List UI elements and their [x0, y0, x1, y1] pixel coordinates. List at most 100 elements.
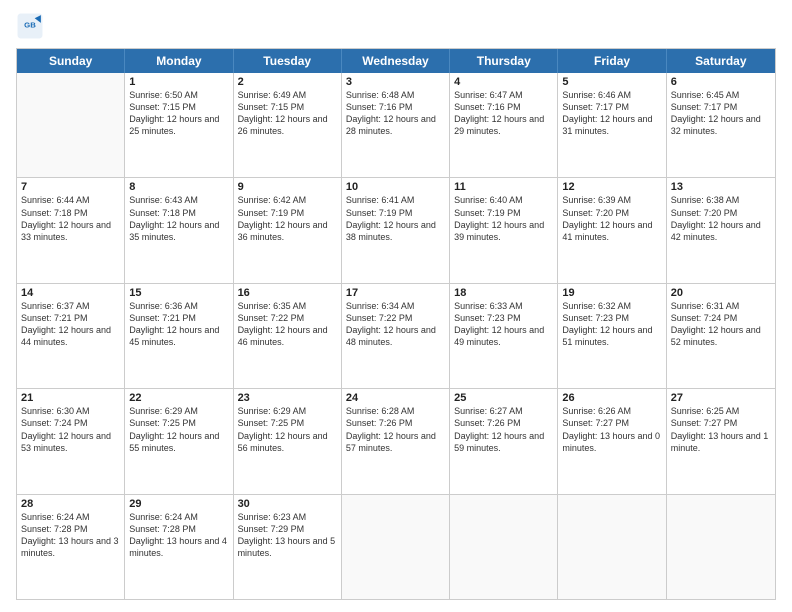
cell-day-number: 10: [346, 181, 445, 193]
calendar-cell: 20Sunrise: 6:31 AM Sunset: 7:24 PM Dayli…: [667, 284, 775, 388]
calendar-cell: 10Sunrise: 6:41 AM Sunset: 7:19 PM Dayli…: [342, 178, 450, 282]
day-name-sunday: Sunday: [17, 49, 125, 73]
cell-info: Sunrise: 6:43 AM Sunset: 7:18 PM Dayligh…: [129, 194, 228, 243]
logo-icon: GB: [16, 12, 44, 40]
calendar-row-5: 28Sunrise: 6:24 AM Sunset: 7:28 PM Dayli…: [17, 495, 775, 599]
day-name-tuesday: Tuesday: [234, 49, 342, 73]
calendar-cell: 9Sunrise: 6:42 AM Sunset: 7:19 PM Daylig…: [234, 178, 342, 282]
calendar-cell: 30Sunrise: 6:23 AM Sunset: 7:29 PM Dayli…: [234, 495, 342, 599]
day-name-wednesday: Wednesday: [342, 49, 450, 73]
cell-info: Sunrise: 6:47 AM Sunset: 7:16 PM Dayligh…: [454, 89, 553, 138]
cell-info: Sunrise: 6:48 AM Sunset: 7:16 PM Dayligh…: [346, 89, 445, 138]
cell-day-number: 29: [129, 498, 228, 510]
cell-day-number: 19: [562, 287, 661, 299]
calendar-cell: 23Sunrise: 6:29 AM Sunset: 7:25 PM Dayli…: [234, 389, 342, 493]
cell-day-number: 24: [346, 392, 445, 404]
cell-info: Sunrise: 6:30 AM Sunset: 7:24 PM Dayligh…: [21, 405, 120, 454]
cell-day-number: 15: [129, 287, 228, 299]
calendar-cell: 13Sunrise: 6:38 AM Sunset: 7:20 PM Dayli…: [667, 178, 775, 282]
cell-day-number: 11: [454, 181, 553, 193]
cell-day-number: 20: [671, 287, 771, 299]
cell-info: Sunrise: 6:38 AM Sunset: 7:20 PM Dayligh…: [671, 194, 771, 243]
calendar-cell: 6Sunrise: 6:45 AM Sunset: 7:17 PM Daylig…: [667, 73, 775, 177]
cell-day-number: 30: [238, 498, 337, 510]
cell-day-number: 4: [454, 76, 553, 88]
svg-text:GB: GB: [24, 21, 36, 30]
calendar-cell: [558, 495, 666, 599]
cell-day-number: 9: [238, 181, 337, 193]
cell-info: Sunrise: 6:46 AM Sunset: 7:17 PM Dayligh…: [562, 89, 661, 138]
cell-day-number: 17: [346, 287, 445, 299]
day-name-monday: Monday: [125, 49, 233, 73]
calendar-cell: 7Sunrise: 6:44 AM Sunset: 7:18 PM Daylig…: [17, 178, 125, 282]
calendar-cell: 15Sunrise: 6:36 AM Sunset: 7:21 PM Dayli…: [125, 284, 233, 388]
calendar-cell: 3Sunrise: 6:48 AM Sunset: 7:16 PM Daylig…: [342, 73, 450, 177]
cell-day-number: 21: [21, 392, 120, 404]
cell-info: Sunrise: 6:25 AM Sunset: 7:27 PM Dayligh…: [671, 405, 771, 454]
cell-day-number: 22: [129, 392, 228, 404]
cell-day-number: 1: [129, 76, 228, 88]
calendar-cell: 21Sunrise: 6:30 AM Sunset: 7:24 PM Dayli…: [17, 389, 125, 493]
day-name-friday: Friday: [558, 49, 666, 73]
cell-day-number: 26: [562, 392, 661, 404]
calendar-cell: 24Sunrise: 6:28 AM Sunset: 7:26 PM Dayli…: [342, 389, 450, 493]
cell-info: Sunrise: 6:24 AM Sunset: 7:28 PM Dayligh…: [129, 511, 228, 560]
calendar-cell: 12Sunrise: 6:39 AM Sunset: 7:20 PM Dayli…: [558, 178, 666, 282]
cell-info: Sunrise: 6:23 AM Sunset: 7:29 PM Dayligh…: [238, 511, 337, 560]
calendar-cell: 1Sunrise: 6:50 AM Sunset: 7:15 PM Daylig…: [125, 73, 233, 177]
calendar-cell: 11Sunrise: 6:40 AM Sunset: 7:19 PM Dayli…: [450, 178, 558, 282]
cell-day-number: 3: [346, 76, 445, 88]
cell-info: Sunrise: 6:34 AM Sunset: 7:22 PM Dayligh…: [346, 300, 445, 349]
cell-info: Sunrise: 6:28 AM Sunset: 7:26 PM Dayligh…: [346, 405, 445, 454]
day-name-thursday: Thursday: [450, 49, 558, 73]
calendar-header: SundayMondayTuesdayWednesdayThursdayFrid…: [17, 49, 775, 73]
calendar-row-2: 7Sunrise: 6:44 AM Sunset: 7:18 PM Daylig…: [17, 178, 775, 283]
header: GB: [16, 12, 776, 40]
cell-day-number: 16: [238, 287, 337, 299]
calendar-body: 1Sunrise: 6:50 AM Sunset: 7:15 PM Daylig…: [17, 73, 775, 599]
cell-info: Sunrise: 6:39 AM Sunset: 7:20 PM Dayligh…: [562, 194, 661, 243]
cell-info: Sunrise: 6:37 AM Sunset: 7:21 PM Dayligh…: [21, 300, 120, 349]
cell-info: Sunrise: 6:26 AM Sunset: 7:27 PM Dayligh…: [562, 405, 661, 454]
calendar-cell: 4Sunrise: 6:47 AM Sunset: 7:16 PM Daylig…: [450, 73, 558, 177]
cell-day-number: 5: [562, 76, 661, 88]
cell-info: Sunrise: 6:45 AM Sunset: 7:17 PM Dayligh…: [671, 89, 771, 138]
cell-info: Sunrise: 6:24 AM Sunset: 7:28 PM Dayligh…: [21, 511, 120, 560]
cell-info: Sunrise: 6:36 AM Sunset: 7:21 PM Dayligh…: [129, 300, 228, 349]
calendar-cell: 16Sunrise: 6:35 AM Sunset: 7:22 PM Dayli…: [234, 284, 342, 388]
calendar-cell: [450, 495, 558, 599]
calendar-cell: 28Sunrise: 6:24 AM Sunset: 7:28 PM Dayli…: [17, 495, 125, 599]
cell-day-number: 27: [671, 392, 771, 404]
cell-info: Sunrise: 6:33 AM Sunset: 7:23 PM Dayligh…: [454, 300, 553, 349]
cell-info: Sunrise: 6:42 AM Sunset: 7:19 PM Dayligh…: [238, 194, 337, 243]
cell-day-number: 25: [454, 392, 553, 404]
cell-info: Sunrise: 6:29 AM Sunset: 7:25 PM Dayligh…: [238, 405, 337, 454]
cell-day-number: 13: [671, 181, 771, 193]
page: GB SundayMondayTuesdayWednesdayThursdayF…: [0, 0, 792, 612]
day-name-saturday: Saturday: [667, 49, 775, 73]
cell-day-number: 2: [238, 76, 337, 88]
calendar-cell: 14Sunrise: 6:37 AM Sunset: 7:21 PM Dayli…: [17, 284, 125, 388]
calendar-cell: 2Sunrise: 6:49 AM Sunset: 7:15 PM Daylig…: [234, 73, 342, 177]
cell-info: Sunrise: 6:50 AM Sunset: 7:15 PM Dayligh…: [129, 89, 228, 138]
calendar: SundayMondayTuesdayWednesdayThursdayFrid…: [16, 48, 776, 600]
calendar-cell: 27Sunrise: 6:25 AM Sunset: 7:27 PM Dayli…: [667, 389, 775, 493]
cell-day-number: 18: [454, 287, 553, 299]
cell-info: Sunrise: 6:49 AM Sunset: 7:15 PM Dayligh…: [238, 89, 337, 138]
calendar-cell: 18Sunrise: 6:33 AM Sunset: 7:23 PM Dayli…: [450, 284, 558, 388]
cell-day-number: 14: [21, 287, 120, 299]
calendar-cell: 29Sunrise: 6:24 AM Sunset: 7:28 PM Dayli…: [125, 495, 233, 599]
calendar-row-4: 21Sunrise: 6:30 AM Sunset: 7:24 PM Dayli…: [17, 389, 775, 494]
calendar-cell: 19Sunrise: 6:32 AM Sunset: 7:23 PM Dayli…: [558, 284, 666, 388]
cell-info: Sunrise: 6:29 AM Sunset: 7:25 PM Dayligh…: [129, 405, 228, 454]
calendar-cell: [667, 495, 775, 599]
cell-info: Sunrise: 6:27 AM Sunset: 7:26 PM Dayligh…: [454, 405, 553, 454]
cell-day-number: 7: [21, 181, 120, 193]
cell-info: Sunrise: 6:35 AM Sunset: 7:22 PM Dayligh…: [238, 300, 337, 349]
cell-info: Sunrise: 6:32 AM Sunset: 7:23 PM Dayligh…: [562, 300, 661, 349]
calendar-cell: [342, 495, 450, 599]
cell-info: Sunrise: 6:44 AM Sunset: 7:18 PM Dayligh…: [21, 194, 120, 243]
calendar-cell: [17, 73, 125, 177]
calendar-row-1: 1Sunrise: 6:50 AM Sunset: 7:15 PM Daylig…: [17, 73, 775, 178]
cell-day-number: 12: [562, 181, 661, 193]
